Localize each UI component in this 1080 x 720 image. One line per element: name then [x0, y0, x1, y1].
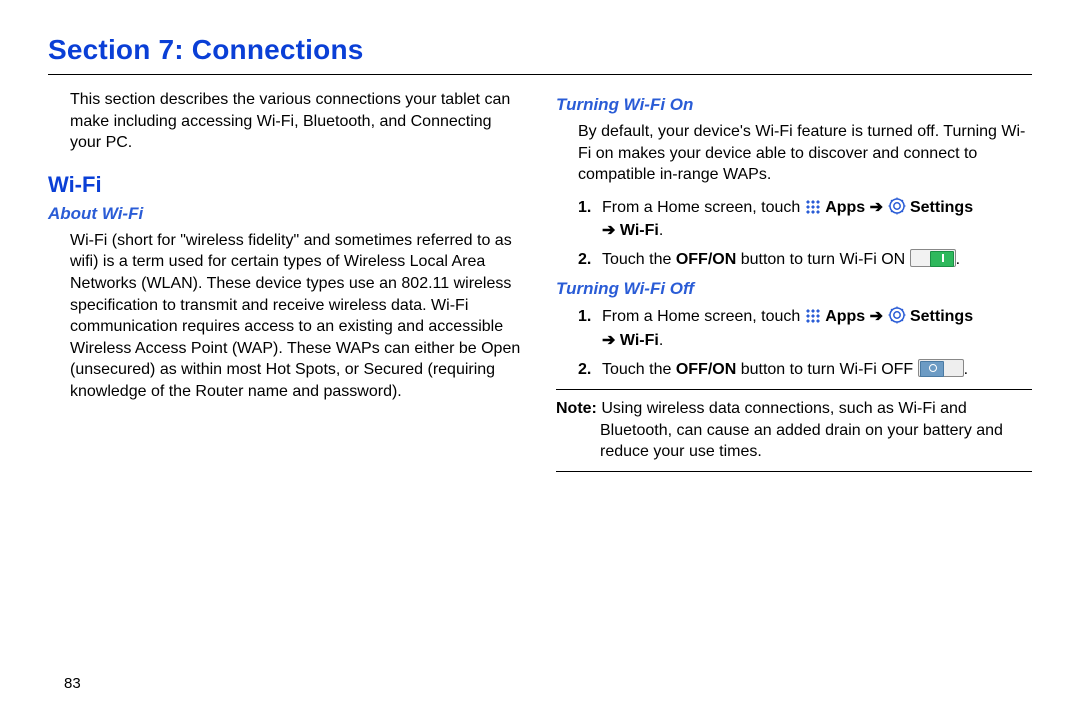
step-text: Touch the OFF/ON button to turn Wi-Fi ON…	[602, 248, 1032, 271]
step-text: From a Home screen, touch Apps ➔ Setting…	[602, 196, 1032, 242]
list-item: 2. Touch the OFF/ON button to turn Wi-Fi…	[578, 248, 1032, 271]
step-number: 2.	[578, 248, 602, 271]
text: From a Home screen, touch	[602, 199, 805, 216]
horizontal-rule	[48, 74, 1032, 75]
step-number: 2.	[578, 358, 602, 381]
turning-on-paragraph: By default, your device's Wi-Fi feature …	[578, 121, 1032, 186]
note-label: Note:	[556, 400, 597, 417]
text: button to turn Wi-Fi ON	[736, 251, 909, 268]
apps-icon	[805, 199, 821, 215]
left-column: This section describes the various conne…	[48, 89, 524, 472]
step-number: 1.	[578, 196, 602, 242]
step-text: Touch the OFF/ON button to turn Wi-Fi OF…	[602, 358, 1032, 381]
apps-icon	[805, 308, 821, 324]
list-item: 2. Touch the OFF/ON button to turn Wi-Fi…	[578, 358, 1032, 381]
subheading-turning-wifi-on: Turning Wi-Fi On	[556, 95, 1032, 115]
arrow-icon: ➔	[870, 308, 888, 325]
right-column: Turning Wi-Fi On By default, your device…	[556, 89, 1032, 472]
settings-label: Settings	[910, 308, 973, 325]
text: .	[956, 251, 960, 268]
offon-label: OFF/ON	[676, 361, 736, 378]
text: From a Home screen, touch	[602, 308, 805, 325]
apps-label: Apps	[825, 199, 865, 216]
list-item: 1. From a Home screen, touch Apps ➔ Sett…	[578, 196, 1032, 242]
text: .	[659, 332, 663, 349]
note-block: Note: Using wireless data connections, s…	[556, 389, 1032, 472]
settings-label: Settings	[910, 199, 973, 216]
section-title: Section 7: Connections	[48, 34, 1032, 66]
text: Touch the	[602, 361, 676, 378]
arrow-icon: ➔	[602, 222, 620, 239]
intro-paragraph: This section describes the various conne…	[70, 89, 524, 154]
about-wifi-paragraph: Wi-Fi (short for "wireless fidelity" and…	[70, 230, 524, 403]
heading-wifi: Wi-Fi	[48, 172, 524, 198]
step-number: 1.	[578, 305, 602, 351]
wifi-label: Wi-Fi	[620, 222, 659, 239]
arrow-icon: ➔	[602, 332, 620, 349]
arrow-icon: ➔	[870, 199, 888, 216]
offon-label: OFF/ON	[676, 251, 736, 268]
settings-icon	[888, 197, 906, 215]
text: .	[659, 222, 663, 239]
text: .	[964, 361, 968, 378]
subheading-turning-wifi-off: Turning Wi-Fi Off	[556, 279, 1032, 299]
list-item: 1. From a Home screen, touch Apps ➔ Sett…	[578, 305, 1032, 351]
toggle-off-icon	[918, 359, 964, 377]
note-text-line2: Bluetooth, can cause an added drain on y…	[600, 420, 1032, 463]
settings-icon	[888, 306, 906, 324]
apps-label: Apps	[825, 308, 865, 325]
text: Touch the	[602, 251, 676, 268]
subheading-about-wifi: About Wi-Fi	[48, 204, 524, 224]
page-number: 83	[64, 675, 81, 692]
text: button to turn Wi-Fi OFF	[736, 361, 917, 378]
turning-off-steps: 1. From a Home screen, touch Apps ➔ Sett…	[578, 305, 1032, 381]
wifi-label: Wi-Fi	[620, 332, 659, 349]
manual-page: Section 7: Connections This section desc…	[0, 0, 1080, 720]
two-column-layout: This section describes the various conne…	[48, 89, 1032, 472]
turning-on-steps: 1. From a Home screen, touch Apps ➔ Sett…	[578, 196, 1032, 272]
note-text-line1: Using wireless data connections, such as…	[597, 400, 967, 417]
toggle-on-icon	[910, 249, 956, 267]
step-text: From a Home screen, touch Apps ➔ Setting…	[602, 305, 1032, 351]
